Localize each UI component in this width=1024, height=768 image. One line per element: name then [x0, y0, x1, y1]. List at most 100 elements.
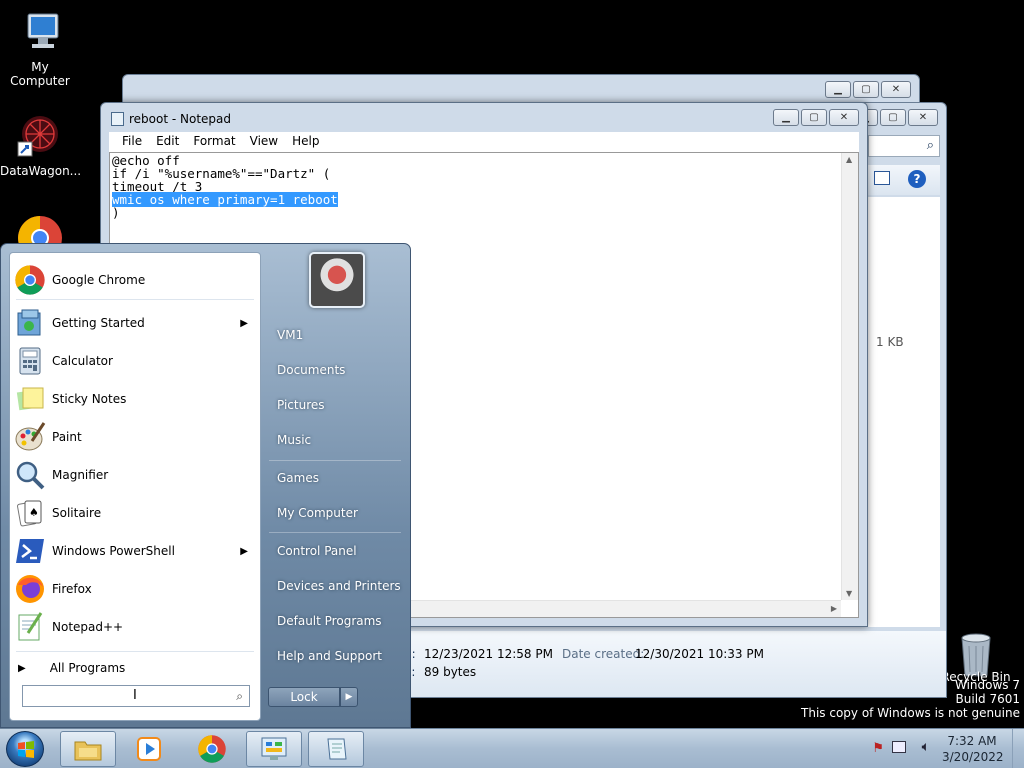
firefox-icon [14, 573, 46, 605]
explorer-icon [74, 741, 102, 761]
link-documents[interactable]: Documents [277, 363, 345, 377]
maximize-button[interactable]: ▢ [880, 109, 906, 126]
explorer-search-box[interactable]: ⌕ [868, 135, 940, 157]
solitaire-icon: ♠ [14, 497, 46, 529]
taskbar-explorer-button[interactable] [60, 731, 116, 767]
date-modified-value: 12/23/2021 12:58 PM [424, 647, 553, 661]
scroll-right-icon[interactable]: ▶ [831, 604, 837, 613]
program-solitaire[interactable]: ♠ Solitaire [14, 495, 258, 531]
notepadpp-icon [14, 611, 46, 643]
desktop-icon-label: DataWagon... [0, 164, 82, 178]
control-panel-icon [261, 737, 287, 760]
chrome-icon [198, 735, 226, 763]
explorer-toolbar: ? [868, 165, 940, 195]
program-label: Google Chrome [52, 273, 146, 287]
link-pictures[interactable]: Pictures [277, 398, 325, 412]
code-line: ) [112, 205, 120, 220]
program-label: Getting Started [52, 316, 145, 330]
menu-view[interactable]: View [243, 132, 285, 152]
powershell-icon [14, 535, 46, 567]
link-help-and-support[interactable]: Help and Support [277, 649, 382, 663]
program-sticky-notes[interactable]: Sticky Notes [14, 381, 258, 417]
background-window[interactable]: ▁ ▢ ✕ [122, 74, 920, 104]
network-icon[interactable] [892, 741, 906, 753]
minimize-button[interactable]: ▁ [773, 109, 799, 126]
scroll-up-icon[interactable]: ▲ [846, 155, 852, 164]
link-control-panel[interactable]: Control Panel [277, 544, 357, 558]
link-my-computer[interactable]: My Computer [277, 506, 358, 520]
taskbar-control-panel-button[interactable] [246, 731, 302, 767]
size-value: 89 bytes [424, 665, 477, 679]
date-created-label: Date created: [562, 647, 645, 661]
link-games[interactable]: Games [277, 471, 319, 485]
paint-icon [14, 421, 46, 453]
program-getting-started[interactable]: Getting Started ▶ [14, 305, 258, 341]
program-label: Sticky Notes [52, 392, 127, 406]
menu-edit[interactable]: Edit [149, 132, 186, 152]
link-default-programs[interactable]: Default Programs [277, 614, 382, 628]
editor-content: @echo off if /i "%username%"=="Dartz" (ti… [112, 154, 338, 219]
watermark-line-3: This copy of Windows is not genuine [801, 706, 1020, 720]
scroll-down-icon[interactable]: ▼ [846, 589, 852, 598]
desktop-icon-datawagon[interactable]: DataWagon... [0, 112, 82, 178]
link-music[interactable]: Music [277, 433, 311, 447]
search-input[interactable]: I ⌕ [22, 685, 250, 707]
program-magnifier[interactable]: Magnifier [14, 457, 258, 493]
user-avatar[interactable] [309, 252, 365, 308]
menu-help[interactable]: Help [285, 132, 326, 152]
desktop-icon-my-computer[interactable]: My Computer [0, 8, 80, 88]
menu-bar: File Edit Format View Help [109, 132, 859, 152]
vertical-scrollbar[interactable]: ▲ ▼ [841, 153, 858, 600]
close-button[interactable]: ✕ [908, 109, 938, 126]
minimize-button[interactable]: ▁ [825, 81, 851, 98]
show-desktop-button[interactable] [1012, 729, 1024, 768]
preview-pane-icon[interactable] [874, 171, 890, 185]
program-notepad-plus-plus[interactable]: Notepad++ [14, 609, 258, 645]
power-options-arrow-icon[interactable]: ▶ [340, 687, 358, 707]
close-button[interactable]: ✕ [881, 81, 911, 98]
link-user-folder[interactable]: VM1 [277, 328, 303, 342]
link-devices-and-printers[interactable]: Devices and Printers [277, 579, 401, 593]
computer-icon [16, 8, 64, 56]
details-pane: d: 12/23/2021 12:58 PM Date created: 12/… [404, 631, 946, 697]
clock[interactable]: 7:32 AM 3/20/2022 [942, 733, 1004, 765]
start-button[interactable] [6, 731, 44, 767]
program-google-chrome[interactable]: Google Chrome [14, 262, 258, 298]
maximize-button[interactable]: ▢ [853, 81, 879, 98]
clock-date: 3/20/2022 [942, 750, 1004, 764]
windows-logo-icon [18, 741, 34, 758]
help-icon[interactable]: ? [908, 170, 926, 188]
program-label: Firefox [52, 582, 92, 596]
sticky-notes-icon [14, 383, 46, 415]
all-programs-button[interactable]: ▶ All Programs [18, 659, 254, 677]
explorer-file-pane: 1 KB [868, 197, 940, 627]
program-label: Notepad++ [52, 620, 124, 634]
program-paint[interactable]: Paint [14, 419, 258, 455]
all-programs-label: All Programs [49, 661, 126, 675]
volume-icon[interactable]: 🔈︎ [922, 739, 930, 755]
lock-button[interactable]: Lock [268, 687, 340, 707]
menu-format[interactable]: Format [186, 132, 242, 152]
close-button[interactable]: ✕ [829, 109, 859, 126]
program-label: Magnifier [52, 468, 109, 482]
separator [16, 651, 254, 652]
program-firefox[interactable]: Firefox [14, 571, 258, 607]
magnifier-icon [14, 459, 46, 491]
maximize-button[interactable]: ▢ [801, 109, 827, 126]
program-label: Calculator [52, 354, 113, 368]
action-center-flag-icon[interactable]: ⚑ [872, 741, 884, 756]
submenu-arrow-icon: ▶ [240, 317, 248, 329]
datawagon-shortcut-icon [16, 112, 64, 160]
desktop-icon-label: My Computer [10, 60, 70, 88]
all-programs-arrow-icon: ▶ [18, 662, 26, 674]
taskbar-notepad-button[interactable] [308, 731, 364, 767]
taskbar-chrome-button[interactable] [184, 731, 240, 767]
desktop-icon-recycle-bin[interactable]: Recycle Bin [936, 630, 1016, 684]
program-calculator[interactable]: Calculator [14, 343, 258, 379]
taskbar-media-player-button[interactable] [121, 731, 177, 767]
program-windows-powershell[interactable]: Windows PowerShell ▶ [14, 533, 258, 569]
selected-text: wmic os where primary=1 reboot [112, 192, 338, 207]
menu-file[interactable]: File [115, 132, 149, 152]
separator [16, 299, 254, 300]
search-icon: ⌕ [926, 138, 934, 153]
